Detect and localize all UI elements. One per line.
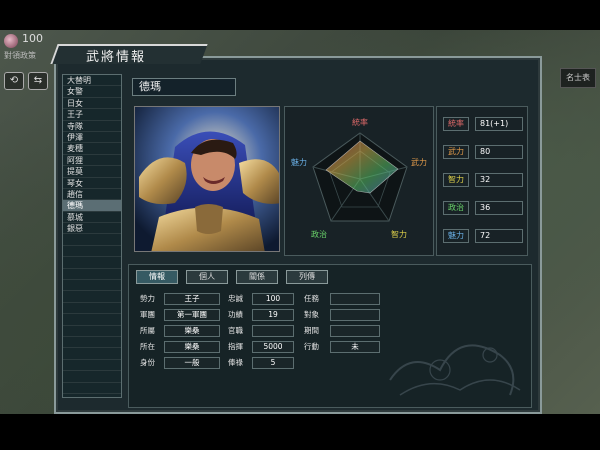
general-list-item[interactable]: 女警 [63, 86, 121, 98]
info-label: 忠誠 [228, 294, 243, 303]
info-label: 對象 [304, 310, 319, 319]
info-label: 官職 [228, 326, 243, 335]
general-list-empty-row [63, 234, 121, 246]
general-list-empty-row [63, 269, 121, 281]
general-list-item[interactable]: 大替明 [63, 75, 121, 87]
general-list-item[interactable]: 德瑪 [63, 200, 121, 212]
letterbox-top [0, 0, 600, 30]
tab-0[interactable]: 情報 [136, 270, 178, 284]
general-list-empty-row [63, 383, 121, 394]
info-value [330, 325, 380, 337]
info-label: 軍團 [140, 310, 155, 319]
info-value: 樂桑 [164, 325, 220, 337]
info-value: 第一軍團 [164, 309, 220, 321]
info-label: 指揮 [228, 342, 243, 351]
radar-label-top: 統率 [352, 117, 368, 127]
hud-counter: 100 [22, 32, 43, 45]
general-list-item[interactable]: 琴女 [63, 178, 121, 189]
info-label: 任務 [304, 294, 319, 303]
hud-command-button-1[interactable]: ⟲ [4, 72, 24, 90]
panel-title-tab: 武將情報 [50, 40, 208, 66]
stat-row: 武力 80 [443, 145, 525, 161]
info-label: 所在 [140, 342, 155, 351]
warrior-portrait-icon [135, 107, 279, 251]
general-list-item[interactable]: 麦穗 [63, 143, 121, 155]
stat-value: 32 [475, 173, 523, 187]
radar-label-left: 魅力 [291, 157, 307, 167]
info-value: 100 [252, 293, 294, 305]
general-list-item[interactable]: 阿狸 [63, 155, 121, 167]
general-list-item[interactable]: 寺隊 [63, 121, 121, 132]
info-label: 身份 [140, 358, 155, 367]
general-list-empty-row [63, 257, 121, 269]
general-list-empty-row [63, 303, 121, 315]
clan-orb-icon [4, 34, 18, 48]
hud-subtext: 對領政策 [4, 51, 36, 60]
general-list-item[interactable]: 伊澤 [63, 132, 121, 144]
stat-label: 武力 [443, 145, 469, 159]
info-label: 所屬 [140, 326, 155, 335]
decorative-cloud-pattern [389, 344, 521, 396]
general-list[interactable]: 大替明 女警 日女 王子 寺隊 伊澤 麦穗 阿狸 提莫 琴女 趙信 德瑪 慕城 銀惡 [62, 74, 122, 398]
info-value: 19 [252, 309, 294, 321]
info-label: 行動 [304, 342, 319, 351]
top-right-tag[interactable]: 名士表 [560, 68, 596, 88]
general-list-empty-row [63, 360, 121, 372]
stat-value: 36 [475, 201, 523, 215]
attribute-stats: 統率 81(+1) 武力 80 智力 32 政治 36 魅力 72 [436, 106, 528, 256]
general-list-empty-row [63, 326, 121, 337]
general-list-empty-row [63, 337, 121, 349]
info-label: 俸祿 [228, 358, 243, 367]
general-list-item[interactable]: 日女 [63, 98, 121, 110]
info-value: 未 [330, 341, 380, 353]
radar-label-bottom-left: 政治 [311, 229, 327, 239]
general-list-empty-row [63, 314, 121, 326]
attribute-radar: 統率 武力 智力 政治 魅力 [284, 106, 434, 256]
general-list-item[interactable]: 王子 [63, 109, 121, 121]
stat-row: 政治 36 [443, 201, 525, 217]
info-value [330, 293, 380, 305]
letterbox-bottom [0, 414, 600, 450]
tab-2[interactable]: 關係 [236, 270, 278, 284]
general-list-empty-row [63, 348, 121, 360]
stat-value: 81(+1) [475, 117, 523, 131]
info-value: 樂桑 [164, 341, 220, 353]
stat-label: 魅力 [443, 229, 469, 243]
info-value: 王子 [164, 293, 220, 305]
general-name-box: 德瑪 [132, 78, 236, 96]
info-label: 功績 [228, 310, 243, 319]
stat-row: 智力 32 [443, 173, 525, 189]
stat-row: 魅力 72 [443, 229, 525, 245]
stat-label: 智力 [443, 173, 469, 187]
info-label: 勢力 [140, 294, 155, 303]
stat-label: 統率 [443, 117, 469, 131]
stat-value: 72 [475, 229, 523, 243]
general-list-empty-row [63, 371, 121, 383]
general-portrait [134, 106, 280, 252]
info-value: 一般 [164, 357, 220, 369]
general-list-empty-row [63, 246, 121, 258]
tab-1[interactable]: 個人 [186, 270, 228, 284]
info-label: 期間 [304, 326, 319, 335]
general-list-item[interactable]: 提莫 [63, 166, 121, 178]
general-list-empty-row [63, 280, 121, 292]
general-list-item[interactable]: 趙信 [63, 189, 121, 201]
info-value: 5 [252, 357, 294, 369]
general-list-item[interactable]: 銀惡 [63, 223, 121, 235]
panel-title: 武將情報 [86, 50, 147, 65]
general-list-empty-row [63, 291, 121, 303]
stat-row: 統率 81(+1) [443, 117, 525, 133]
general-list-item[interactable]: 慕城 [63, 212, 121, 224]
radar-label-bottom-right: 智力 [391, 229, 407, 239]
stat-value: 80 [475, 145, 523, 159]
hud-command-button-2[interactable]: ⇆ [28, 72, 48, 90]
info-value: 5000 [252, 341, 294, 353]
radar-label-right: 武力 [411, 157, 427, 167]
stat-label: 政治 [443, 201, 469, 215]
info-value [330, 309, 380, 321]
info-value [252, 325, 294, 337]
tab-3[interactable]: 列傳 [286, 270, 328, 284]
